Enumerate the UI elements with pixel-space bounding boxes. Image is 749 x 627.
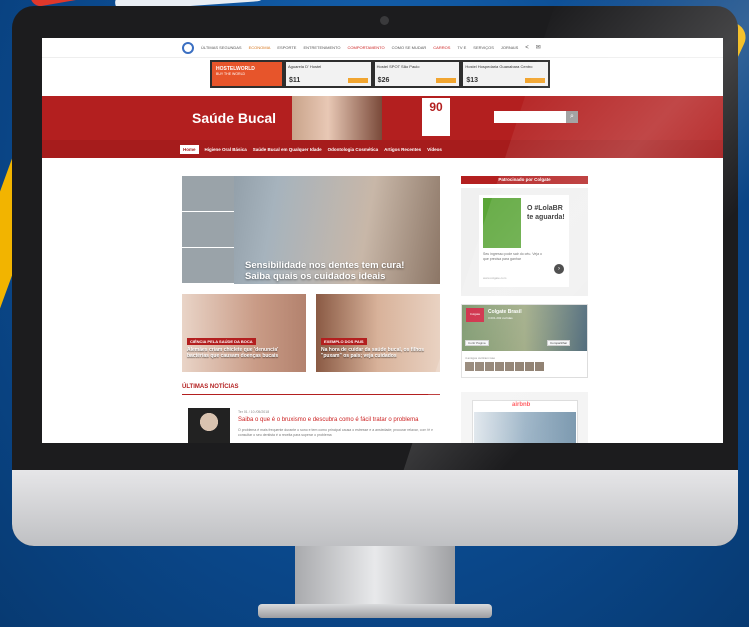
ad-offer[interactable]: Hostel SPOT São Paulo $26 [374,62,460,86]
ad-offer-price: $26 [377,77,390,84]
topnav-item-9[interactable]: JORNAIS [501,45,518,50]
nav-item[interactable]: Vídeos [427,147,442,152]
anniversary-badge: 90 [422,98,450,136]
avatar[interactable] [465,362,474,371]
topnav-item-8[interactable]: SERVIÇOS [473,45,494,50]
ad-banner[interactable]: HOSTELWORLD BUY THE WORLD Aguarela D' Ho… [210,60,550,88]
ad-brand: HOSTELWORLD BUY THE WORLD [212,62,282,86]
avatar[interactable] [535,362,544,371]
article-image [182,294,306,372]
ad-offer[interactable]: Aguarela D' Hostel $11 [286,62,371,86]
sponsor-label: Patrocinado por Colgate [461,176,588,184]
avatar[interactable] [505,362,514,371]
facebook-likes: 3.001.202 curtidas [488,316,513,320]
topnav-item-4[interactable]: COMPORTAMENTO [347,45,384,50]
nav-item[interactable]: Artigos Recentes [384,147,421,152]
article-card[interactable]: EXEMPLO DOS PAIS Na hora de cuidar da sa… [316,294,440,372]
main-nav: Home Higiene Oral Básica Saúde Bucal em … [42,140,723,158]
hero-caption[interactable]: Sensibilidade nos dentes tem cura! Saiba… [245,260,404,282]
article-title: Na hora de cuidar da saúde bucal, os fil… [321,347,425,359]
avatar[interactable] [515,362,524,371]
site-banner [42,96,723,140]
news-divider [182,394,440,395]
topnav-item-3[interactable]: ENTRETENIMENTO [303,45,340,50]
nav-item[interactable]: Saúde Bucal em Qualquer Idade [253,147,322,152]
ad-tagline: BUY THE WORLD [216,72,246,76]
avatar[interactable] [485,362,494,371]
nav-item-home[interactable]: Home [180,144,199,154]
mail-icon[interactable]: ✉ [536,44,541,51]
article-tag: CIÊNCIA PELA SAÚDE DA BOCA [187,338,256,345]
news-thumbnail[interactable] [188,408,230,443]
article-image [316,294,440,372]
ad-offer-button[interactable] [436,78,457,83]
ad-offer-name: Aguarela D' Hostel [288,64,322,69]
sponsor-url[interactable]: www.colgate.com [483,276,506,280]
hero-thumb[interactable] [182,176,234,212]
hero-thumb[interactable] [182,248,234,284]
ad-offer-name: Hostel Hospedaria Guanabara Centro [465,64,533,69]
nav-item[interactable]: Odontologia Cosmética [328,147,379,152]
chevron-right-icon[interactable]: › [554,264,564,274]
ad-offer-button[interactable] [525,78,546,83]
topnav-item-7[interactable]: TV E [457,45,466,50]
site-title[interactable]: Saúde Bucal [192,110,276,126]
airbnb-image [474,412,576,443]
topnav-item-1[interactable]: ECONOMIA [249,45,271,50]
nav-item[interactable]: Higiene Oral Básica [205,147,247,152]
sponsor-promo-text: O #LolaBR te aguarda! [527,205,565,221]
monitor-chin [12,470,738,546]
avatar[interactable] [525,362,534,371]
search-icon[interactable]: ⌕ [566,111,578,123]
facebook-like-button[interactable]: Curtir Página [465,340,489,346]
ad-offer-name: Hostel SPOT São Paulo [376,64,420,69]
camera-icon [380,16,389,25]
sponsor-desc: Seu ingresso pode sair do céu. Veja o qu… [483,252,542,261]
ad-offer[interactable]: Hostel Hospedaria Guanabara Centro $13 [463,62,549,86]
avatar[interactable] [475,362,484,371]
hero-caption-line2: Saiba quais os cuidados ideais [245,271,386,282]
facebook-page-name[interactable]: Colgate Brasil [488,309,522,315]
facebook-share-button[interactable]: Compartilhar [547,340,571,346]
colgate-logo[interactable]: Colgate [466,308,484,322]
ad-offer-price: $13 [466,77,479,84]
article-tag: EXEMPLO DOS PAIS [321,338,367,345]
browser-screen: ÚLTIMAS SEGUNDAS ECONOMIA ESPORTE ENTRET… [42,38,723,443]
facebook-friends: 4 amigos curtiram isso [465,356,496,360]
topnav-item-0[interactable]: ÚLTIMAS SEGUNDAS [201,45,242,50]
hero-thumb[interactable] [182,212,234,248]
topnav-item-5[interactable]: COMO SE MUDAR [392,45,427,50]
ad-offer-button[interactable] [347,78,368,83]
article-card[interactable]: CIÊNCIA PELA SAÚDE DA BOCA Alemães criam… [182,294,306,372]
monitor-stand [295,546,455,606]
ad-offer-price: $11 [289,77,301,84]
hero-thumbnails [182,176,234,284]
portal-logo-icon[interactable] [182,41,194,54]
share-icon[interactable]: < [525,45,529,51]
banner-photo [292,96,382,140]
facebook-friend-avatars [465,362,544,371]
avatar[interactable] [495,362,504,371]
news-excerpt: O problema é mais frequente durante o so… [238,428,434,437]
topnav-item-6[interactable]: CARROS [433,45,450,50]
top-nav: ÚLTIMAS SEGUNDAS ECONOMIA ESPORTE ENTRET… [42,38,723,58]
news-date: Ter 01 / 10 /05/2018 [238,410,270,414]
hero-caption-line1: Sensibilidade nos dentes tem cura! [245,260,405,271]
topnav-item-2[interactable]: ESPORTE [277,45,296,50]
sponsor-image [483,198,521,248]
airbnb-logo: airbnb [512,402,531,408]
news-heading: ÚLTIMAS NOTÍCIAS [182,384,239,390]
article-title: Alemães criam chiclete que 'denuncia' ba… [187,347,279,359]
monitor-foot [258,604,492,618]
news-title[interactable]: Saiba o que é o bruxismo e descubra como… [238,417,438,423]
